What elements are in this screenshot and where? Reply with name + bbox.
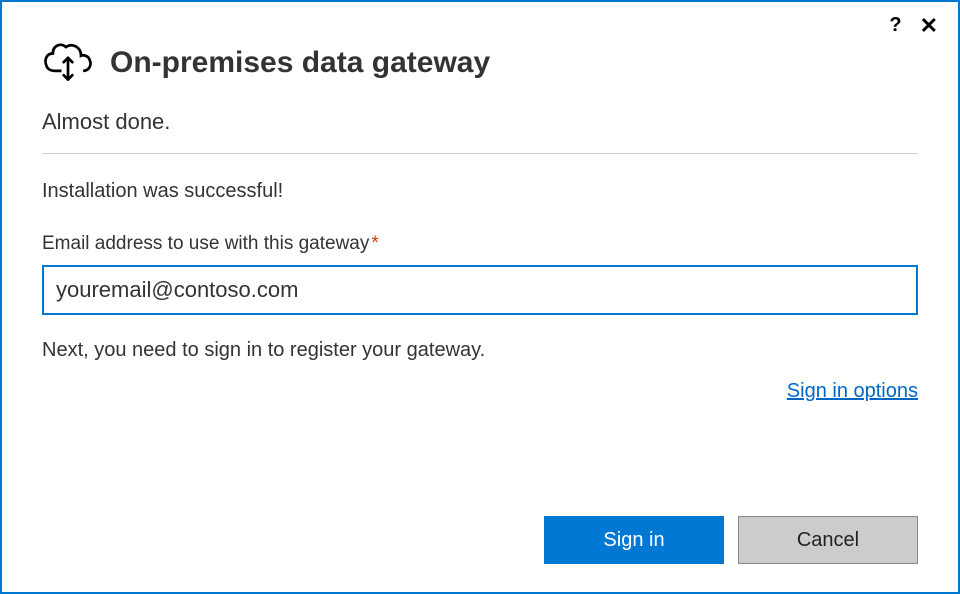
dialog-subtitle: Almost done. [42, 109, 918, 135]
signin-button[interactable]: Sign in [544, 516, 724, 564]
link-row: Sign in options [42, 380, 918, 403]
divider [42, 153, 918, 154]
close-icon[interactable]: ✕ [920, 15, 938, 37]
required-marker: * [371, 233, 378, 254]
email-label-text: Email address to use with this gateway [42, 233, 369, 254]
cloud-sync-icon [42, 38, 94, 87]
email-field[interactable] [42, 265, 918, 315]
dialog-header: On-premises data gateway [42, 38, 918, 87]
dialog-title: On-premises data gateway [110, 46, 490, 80]
titlebar-controls: ? ✕ [889, 14, 938, 37]
success-message: Installation was successful! [42, 180, 918, 203]
button-row: Sign in Cancel [544, 516, 918, 564]
help-icon[interactable]: ? [889, 14, 901, 37]
cancel-button[interactable]: Cancel [738, 516, 918, 564]
signin-options-link[interactable]: Sign in options [787, 380, 918, 402]
gateway-dialog: ? ✕ On-premises data gateway Almost done… [0, 0, 960, 594]
signin-instruction: Next, you need to sign in to register yo… [42, 339, 918, 362]
email-label: Email address to use with this gateway* [42, 233, 918, 255]
